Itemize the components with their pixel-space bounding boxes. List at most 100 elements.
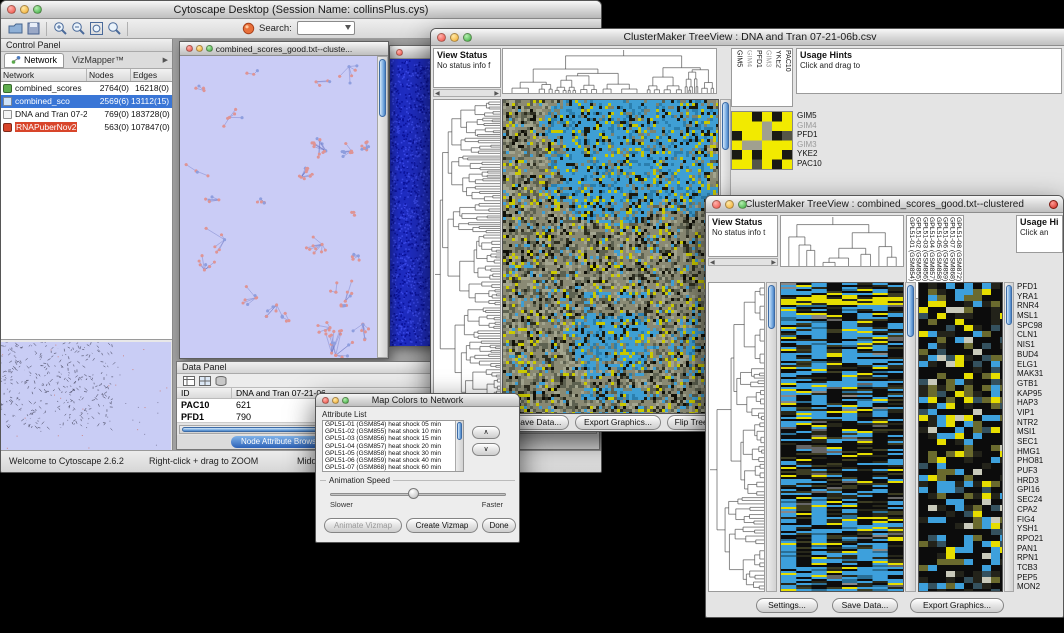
attribute-item[interactable]: GPL51-06 (GSM859) heat shock 40 min — [323, 457, 455, 464]
column-header-edges[interactable]: Edges — [131, 69, 171, 81]
network-graph-canvas[interactable] — [180, 56, 377, 358]
attribute-list-scrollbar[interactable] — [455, 421, 463, 471]
gene-label[interactable]: MAK31 — [1017, 369, 1063, 379]
network-overview-canvas[interactable] — [1, 342, 171, 450]
gene-label[interactable]: GPI16 — [1017, 485, 1063, 495]
scrollbar-thumb[interactable] — [1006, 285, 1012, 325]
scrollbar-thumb[interactable] — [379, 59, 386, 117]
gene-label[interactable]: HAP3 — [1017, 398, 1063, 408]
window-badge-icon[interactable] — [1049, 200, 1058, 209]
gene-label[interactable]: FIG4 — [1017, 515, 1063, 525]
move-up-button[interactable]: ∧ — [472, 426, 500, 439]
gene-label[interactable]: PEP5 — [1017, 573, 1063, 583]
attribute-item[interactable]: GPL51-07 (GSM868) heat shock 60 min — [323, 464, 455, 471]
gene-label[interactable]: ELG1 — [1017, 360, 1063, 370]
save-data-button[interactable]: Save Data... — [832, 598, 898, 613]
scroll-right-icon[interactable]: ▶ — [771, 259, 776, 266]
open-session-button[interactable] — [6, 20, 24, 37]
attribute-item[interactable]: GPL51-02 (GSM855) heat shock 10 min — [323, 428, 455, 435]
gene-label[interactable]: TCB3 — [1017, 563, 1063, 573]
row-dendrogram-canvas[interactable] — [709, 283, 764, 591]
gene-label[interactable]: NIS1 — [1017, 340, 1063, 350]
gene-column-label[interactable]: GIM3 — [762, 50, 772, 105]
zoom-out-button[interactable] — [69, 20, 87, 37]
gene-label[interactable]: PFD1 — [797, 130, 841, 140]
column-header-nodes[interactable]: Nodes — [87, 69, 131, 81]
view-status-scrollbar[interactable]: ◀▶ — [433, 89, 501, 97]
close-button[interactable] — [712, 200, 721, 209]
zoom-button[interactable] — [738, 200, 747, 209]
gene-label[interactable]: KAP95 — [1017, 389, 1063, 399]
heatmap-canvas[interactable] — [503, 100, 718, 413]
zoom-button[interactable] — [342, 397, 349, 404]
gene-label[interactable]: CPA2 — [1017, 505, 1063, 515]
zoom-button[interactable] — [33, 5, 42, 14]
cytoscape-titlebar[interactable]: Cytoscape Desktop (Session Name: collins… — [1, 1, 601, 19]
slider-thumb[interactable] — [408, 488, 419, 499]
gene-column-label[interactable]: PAC10 — [781, 50, 791, 105]
attribute-item[interactable]: GPL51-03 (GSM856) heat shock 15 min — [323, 435, 455, 442]
settings-button[interactable]: Settings... — [756, 598, 818, 613]
gene-label[interactable]: GIM4 — [797, 121, 841, 131]
zoom-button[interactable] — [463, 33, 472, 42]
gene-label[interactable]: PAN1 — [1017, 544, 1063, 554]
attribute-item[interactable]: GPL51-05 (GSM858) heat shock 30 min — [323, 450, 455, 457]
gene-label[interactable]: RPO21 — [1017, 534, 1063, 544]
row-dendrogram-canvas[interactable] — [434, 100, 500, 413]
zoom-in-button[interactable] — [51, 20, 69, 37]
gene-label[interactable]: GIM3 — [797, 140, 841, 150]
gene-column-label[interactable]: PFD1 — [752, 50, 762, 105]
zoom-selected-button[interactable] — [105, 20, 123, 37]
mini-heatmap-canvas[interactable] — [732, 112, 792, 169]
gene-label[interactable]: SPC98 — [1017, 321, 1063, 331]
save-session-button[interactable] — [24, 20, 42, 37]
treeview2-heatmap-scrollbar[interactable] — [905, 282, 916, 592]
network-row-selected[interactable]: combined_sco 2569(6) 13112(15) — [1, 95, 172, 108]
export-graphics-button[interactable]: Export Graphics... — [575, 415, 661, 430]
tab-vizmapper[interactable]: VizMapper™ — [72, 55, 124, 65]
gene-label[interactable]: PFD1 — [1017, 282, 1063, 292]
gene-label[interactable]: VIP1 — [1017, 408, 1063, 418]
done-button[interactable]: Done — [482, 518, 516, 533]
export-graphics-button[interactable]: Export Graphics... — [910, 598, 1004, 613]
close-button[interactable] — [396, 49, 403, 56]
close-button[interactable] — [186, 45, 193, 52]
treeview2-left-scrollbar[interactable] — [766, 282, 777, 592]
network-row[interactable]: combined_scores 2764(0) 16218(0) — [1, 82, 172, 95]
scroll-left-icon[interactable]: ◀ — [710, 259, 715, 266]
gene-label[interactable]: RNR4 — [1017, 301, 1063, 311]
network-row[interactable]: DNA and Tran 07-2 769(0) 183728(0) — [1, 108, 172, 121]
annotation-button[interactable] — [239, 20, 257, 37]
zoom-fit-button[interactable] — [87, 20, 105, 37]
attribute-item[interactable]: GPL51-01 (GSM854) heat shock 05 min — [323, 421, 455, 428]
attribute-item[interactable]: GPL51-04 (GSM857) heat shock 20 min — [323, 443, 455, 450]
gene-label[interactable]: MSI1 — [1017, 427, 1063, 437]
minimize-button[interactable] — [450, 33, 459, 42]
scrollbar-thumb[interactable] — [768, 285, 775, 329]
column-dendrogram-canvas[interactable] — [781, 216, 903, 266]
search-dropdown-arrow-icon[interactable] — [345, 25, 351, 30]
gene-label[interactable]: YSH1 — [1017, 524, 1063, 534]
close-button[interactable] — [322, 397, 329, 404]
network-vertical-scrollbar[interactable] — [377, 56, 388, 358]
treeview2-right-scrollbar[interactable] — [1004, 282, 1014, 592]
gene-column-label[interactable]: GIM5 — [733, 50, 743, 105]
gene-label[interactable]: SEC1 — [1017, 437, 1063, 447]
minimize-button[interactable] — [332, 397, 339, 404]
grid-icon[interactable] — [199, 376, 211, 386]
close-button[interactable] — [7, 5, 16, 14]
scrollbar-thumb[interactable] — [457, 422, 462, 440]
view-status-scrollbar[interactable]: ◀▶ — [708, 258, 778, 266]
gene-label[interactable]: GTB1 — [1017, 379, 1063, 389]
network-row[interactable]: RNAPuberNov2 563(0) 107847(0) — [1, 121, 172, 134]
gene-label[interactable]: HMG1 — [1017, 447, 1063, 457]
gene-label[interactable]: NTR2 — [1017, 418, 1063, 428]
column-dendrogram-canvas[interactable] — [503, 49, 716, 93]
heatmap-canvas[interactable] — [781, 283, 903, 591]
gene-label[interactable]: PAC10 — [797, 159, 841, 169]
minimize-button[interactable] — [725, 200, 734, 209]
secondary-heatmap-canvas[interactable] — [919, 283, 1002, 591]
scrollbar-thumb[interactable] — [722, 102, 729, 150]
gene-label[interactable]: PHO81 — [1017, 456, 1063, 466]
zoom-button[interactable] — [206, 45, 213, 52]
